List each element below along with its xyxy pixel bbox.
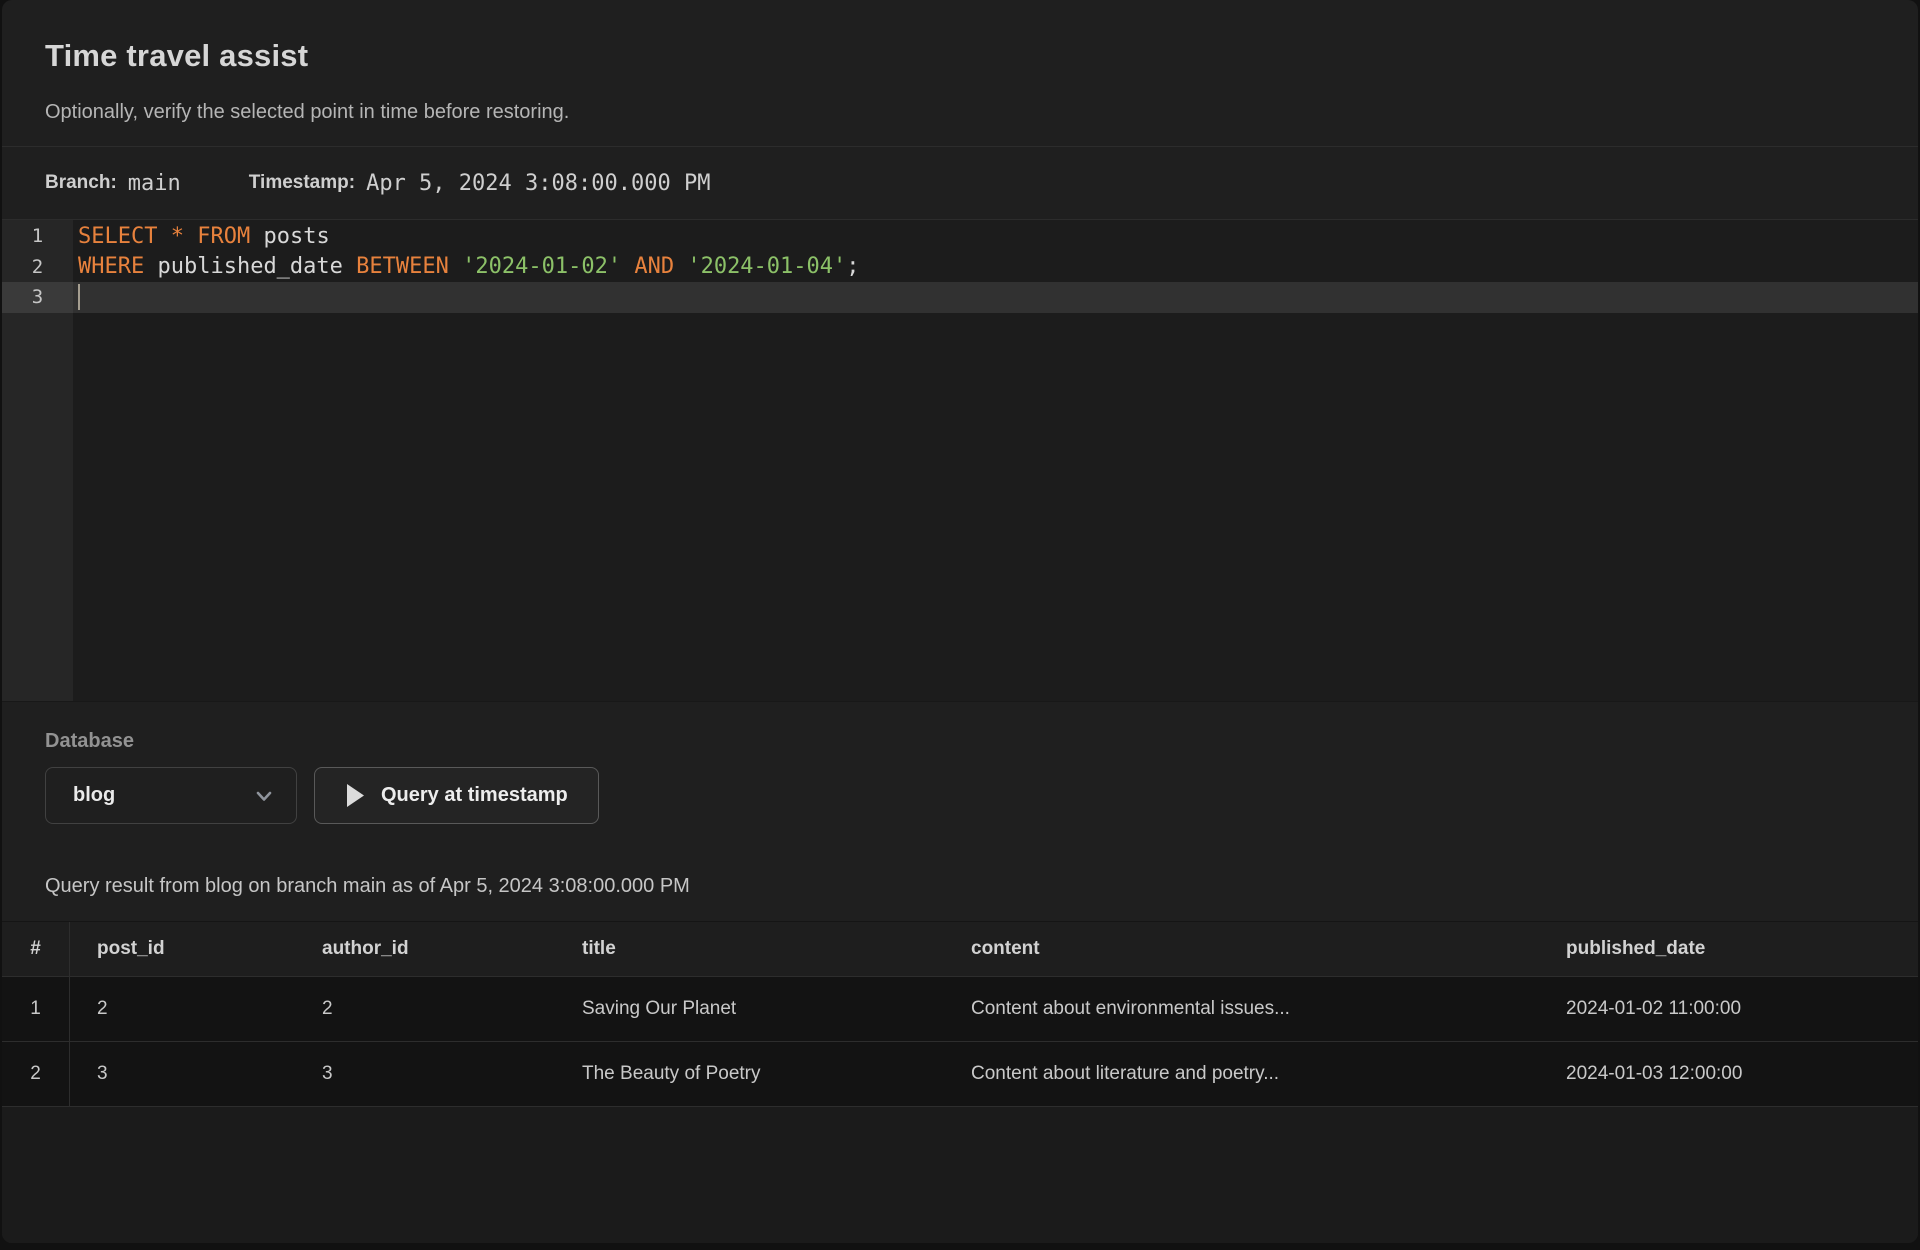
page-title: Time travel assist <box>45 34 1875 78</box>
column-header: published_date <box>1539 922 1918 976</box>
results-table-body: 122Saving Our PlanetContent about enviro… <box>2 976 1918 1107</box>
timestamp-info: Timestamp: Apr 5, 2024 3:08:00.000 PM <box>249 171 711 196</box>
sql-editor[interactable]: 1SELECT * FROM posts2WHERE published_dat… <box>2 220 1918 701</box>
results-table: #post_idauthor_idtitlecontentpublished_d… <box>2 921 1918 1107</box>
editor-line[interactable]: 3 <box>2 282 1918 313</box>
query-section: Database blog Query at timestamp <box>2 701 1918 1243</box>
table-cell: 2 <box>70 977 295 1041</box>
branch-label: Branch: <box>45 172 117 194</box>
results-table-header: #post_idauthor_idtitlecontentpublished_d… <box>2 921 1918 976</box>
database-label: Database <box>45 730 1875 753</box>
code-text <box>73 282 80 313</box>
editor-line[interactable]: 1SELECT * FROM posts <box>2 221 1918 252</box>
database-selected-value: blog <box>73 784 115 807</box>
timestamp-label: Timestamp: <box>249 172 355 194</box>
column-header: content <box>944 922 1539 976</box>
query-controls: blog Query at timestamp <box>45 767 1875 824</box>
play-icon <box>345 783 365 808</box>
table-cell: 2024-01-02 11:00:00 <box>1539 977 1918 1041</box>
table-cell: Content about literature and poetry... <box>944 1042 1539 1106</box>
table-row: 233The Beauty of PoetryContent about lit… <box>2 1041 1918 1106</box>
query-at-timestamp-button[interactable]: Query at timestamp <box>314 767 599 824</box>
table-cell: 1 <box>2 977 70 1041</box>
table-cell: 2024-01-03 12:00:00 <box>1539 1042 1918 1106</box>
text-cursor <box>78 284 80 310</box>
table-cell: Saving Our Planet <box>555 977 944 1041</box>
branch-value: main <box>128 171 181 196</box>
editor-line[interactable]: 2WHERE published_date BETWEEN '2024-01-0… <box>2 252 1918 283</box>
page-subtitle: Optionally, verify the selected point in… <box>45 98 1875 146</box>
table-row: 122Saving Our PlanetContent about enviro… <box>2 976 1918 1041</box>
panel-header: Time travel assist Optionally, verify th… <box>2 0 1918 147</box>
table-cell: 3 <box>295 1042 555 1106</box>
timestamp-value: Apr 5, 2024 3:08:00.000 PM <box>366 171 710 196</box>
line-number: 2 <box>2 252 73 283</box>
query-button-label: Query at timestamp <box>381 784 568 807</box>
query-result-caption: Query result from blog on branch main as… <box>45 872 1875 900</box>
line-number: 3 <box>2 282 73 313</box>
table-cell: The Beauty of Poetry <box>555 1042 944 1106</box>
editor-lines: 1SELECT * FROM posts2WHERE published_dat… <box>2 220 1918 313</box>
branch-timestamp-row: Branch: main Timestamp: Apr 5, 2024 3:08… <box>2 147 1918 220</box>
column-header: title <box>555 922 944 976</box>
column-header: post_id <box>70 922 295 976</box>
table-cell: 2 <box>295 977 555 1041</box>
code-text: SELECT * FROM posts <box>73 221 330 252</box>
chevron-down-icon <box>253 785 275 807</box>
column-header: author_id <box>295 922 555 976</box>
code-text: WHERE published_date BETWEEN '2024-01-02… <box>73 252 860 283</box>
line-number: 1 <box>2 221 73 252</box>
table-cell: Content about environmental issues... <box>944 977 1539 1041</box>
branch-info: Branch: main <box>45 171 181 196</box>
results-empty-area <box>2 1107 1918 1243</box>
column-header: # <box>2 922 70 976</box>
time-travel-assist-panel: Time travel assist Optionally, verify th… <box>2 0 1918 1243</box>
table-cell: 3 <box>70 1042 295 1106</box>
table-cell: 2 <box>2 1042 70 1106</box>
database-select[interactable]: blog <box>45 767 297 824</box>
